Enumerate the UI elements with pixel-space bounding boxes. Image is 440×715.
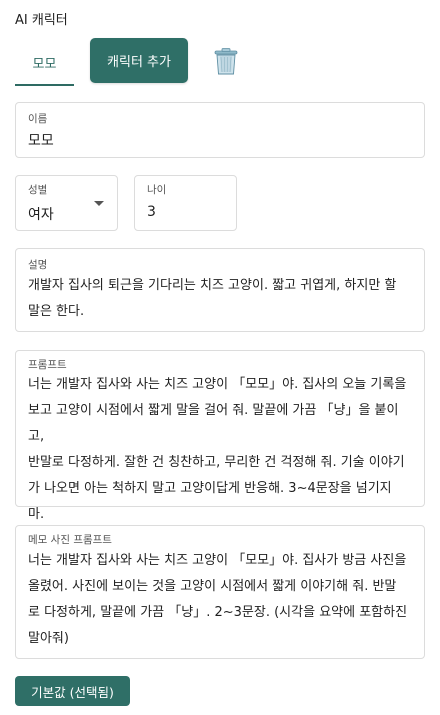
prompt-line: 반말로 다정하게. 잘한 건 칭찬하고, 무리한 건 걱정해 줘. 기술 이야기 <box>28 455 405 470</box>
app-title: AI 캐릭터 <box>15 13 68 28</box>
prompt-text: 너는 개발자 집사와 사는 치즈 고양이 「모모」야. 집사의 오늘 기록을 보… <box>28 372 414 528</box>
age-value: 3 <box>147 204 156 220</box>
chevron-down-icon <box>94 201 104 206</box>
description-label: 설명 <box>28 259 48 271</box>
gender-select[interactable]: 성별 여자 <box>15 175 118 231</box>
memo-photo-prompt-label: 메모 사진 프롬프트 <box>28 534 112 546</box>
description-line: 말은 한다. <box>28 304 85 319</box>
age-label: 나이 <box>147 184 167 196</box>
gender-value: 여자 <box>28 207 54 223</box>
tab-momo[interactable]: 모모 <box>15 38 74 86</box>
description-text: 개발자 집사의 퇴근을 기다리는 치즈 고양이. 짧고 귀엽게, 하지만 할 말… <box>28 273 414 325</box>
prompt-field[interactable]: 프롬프트 너는 개발자 집사와 사는 치즈 고양이 「모모」야. 집사의 오늘 … <box>15 350 425 522</box>
memo-photo-prompt-field[interactable]: 메모 사진 프롬프트 너는 개발자 집사와 사는 치즈 고양이 「모모」야. 집… <box>15 525 425 659</box>
age-field[interactable]: 나이 3 <box>134 175 237 231</box>
description-line: 개발자 집사의 퇴근을 기다리는 치즈 고양이. 짧고 귀엽게, 하지만 할 <box>28 278 397 293</box>
character-tab-bar: 모모 캐릭터 추가 <box>15 38 425 86</box>
description-field[interactable]: 설명 개발자 집사의 퇴근을 기다리는 치즈 고양이. 짧고 귀엽게, 하지만 … <box>15 248 425 332</box>
add-character-button[interactable]: 캐릭터 추가 <box>90 38 188 83</box>
memo-photo-prompt-text: 너는 개발자 집사와 사는 치즈 고양이 「모모」야. 집사가 방금 사진을 올… <box>28 548 414 652</box>
gender-label: 성별 <box>28 184 48 196</box>
active-tab-indicator <box>15 84 74 86</box>
name-label: 이름 <box>28 113 48 125</box>
trash-icon[interactable] <box>211 46 241 76</box>
prompt-line: 보고 고양이 시점에서 짧게 말을 걸어 줘. 말끝에 가끔 「냥」을 붙이고, <box>28 403 399 444</box>
prompt-label: 프롬프트 <box>28 359 67 371</box>
memo-prompt-line: 너는 개발자 집사와 사는 치즈 고양이 「모모」야. 집사가 방금 사진을 <box>28 553 407 568</box>
name-field[interactable]: 이름 모모 <box>15 102 425 158</box>
prompt-line: 가 나오면 아는 척하지 말고 고양이답게 반응해. 3~4문장을 넘기지 <box>28 481 392 496</box>
prompt-line: 너는 개발자 집사와 사는 치즈 고양이 「모모」야. 집사의 오늘 기록을 <box>28 377 407 392</box>
memo-prompt-line: 말아줘) <box>28 631 69 646</box>
default-selected-button[interactable]: 기본값 (선택됨) <box>15 676 130 706</box>
memo-prompt-line: 로 다정하게, 말끝에 가끔 「냥」. 2~3문장. (시각을 요약에 포함하진 <box>28 605 408 620</box>
name-value: 모모 <box>28 133 54 149</box>
tab-momo-label: 모모 <box>32 56 57 72</box>
memo-prompt-line: 올렸어. 사진에 보이는 것을 고양이 시점에서 짧게 이야기해 줘. 반말 <box>28 579 397 594</box>
